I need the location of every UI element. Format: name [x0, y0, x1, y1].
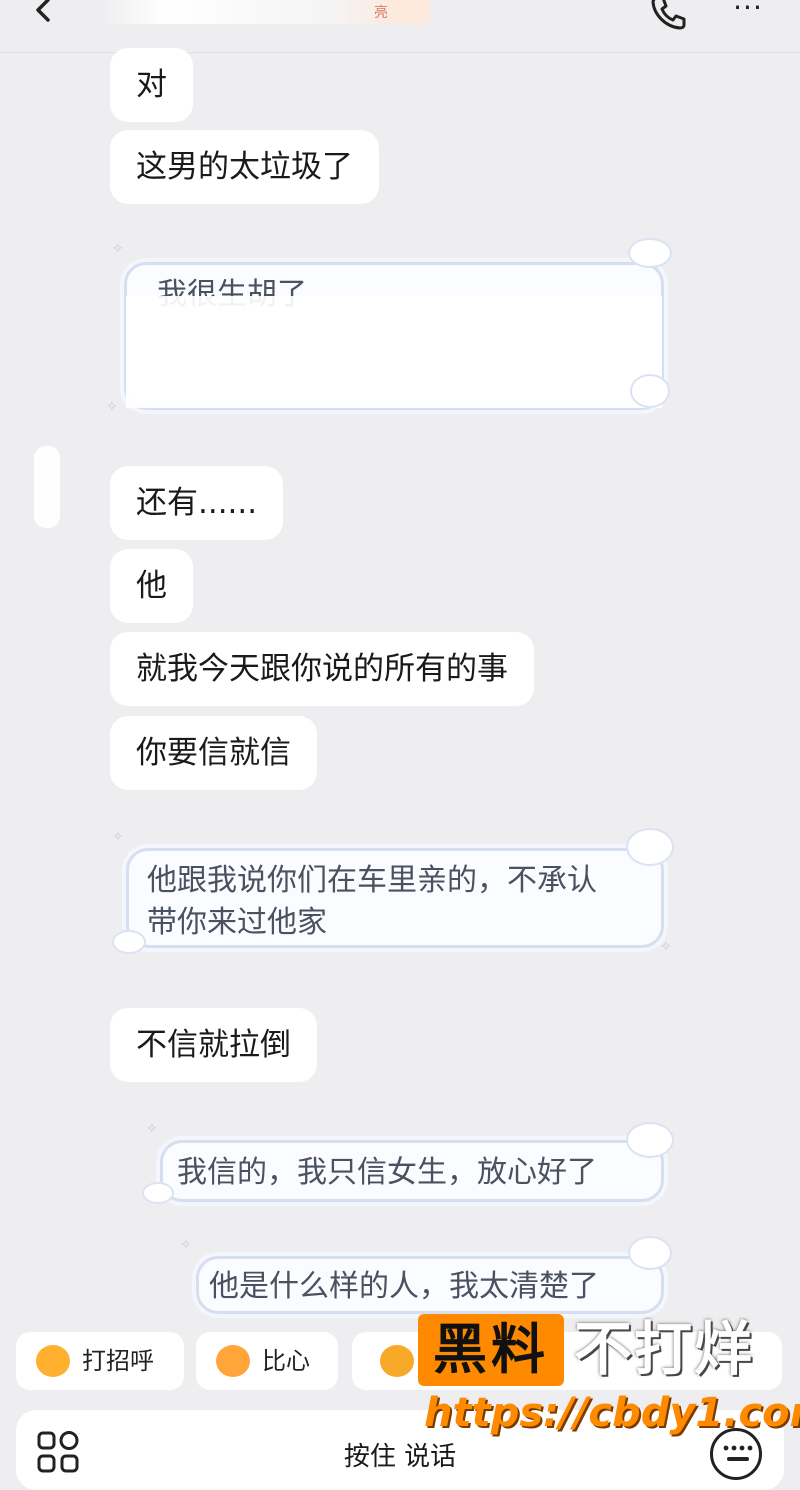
cloud-decoration [630, 374, 670, 408]
sparkle-icon: ✧ [180, 1237, 192, 1253]
message-text: 这男的太垃圾了 [136, 149, 353, 185]
message-bubble[interactable]: 还有...... [110, 466, 284, 540]
quick-reply-wave[interactable]: 打招呼 [16, 1332, 184, 1390]
sparkle-icon: ✧ [106, 399, 118, 415]
message-text-line: 他跟我说你们在车里亲的，不承认 [147, 863, 597, 898]
chat-header: 亮 ··· [0, 0, 800, 53]
heart-hands-emoji-icon [216, 1345, 250, 1377]
message-bubble[interactable]: 就我今天跟你说的所有的事 [110, 632, 534, 706]
decorated-message-bubble[interactable]: 他是什么样的人，我太清楚了 [196, 1256, 664, 1314]
message-text: 我信的，我只信女生，放心好了 [177, 1155, 597, 1190]
decorated-message-bubble[interactable]: 我信的，我只信女生，放心好了 [160, 1140, 664, 1202]
quick-reply-label: 打招呼 [82, 1347, 154, 1375]
contact-name-fragment: 亮 [374, 5, 388, 21]
cloud-decoration [628, 238, 672, 268]
message-bubble[interactable]: 他 [110, 549, 193, 623]
message-text: 他是什么样的人，我太清楚了 [209, 1269, 599, 1304]
phone-icon[interactable] [648, 0, 688, 30]
message-text: 不信就拉倒 [136, 1027, 291, 1063]
message-bubble[interactable]: 你要信就信 [110, 716, 317, 790]
thumbs-up-emoji-icon [380, 1345, 414, 1377]
watermark-slogan: 不打烊 [574, 1315, 755, 1383]
message-text: 他 [136, 568, 167, 604]
watermark-url: https://cbdy1.com [424, 1390, 800, 1436]
decorated-message-bubble[interactable]: 他跟我说你们在车里亲的，不承认 带你来过他家 [126, 848, 664, 948]
cloud-decoration [628, 1236, 672, 1270]
message-text: 对 [136, 67, 167, 103]
watermark-badge: 黑料 [418, 1314, 564, 1386]
blurred-region [126, 296, 662, 408]
message-bubble[interactable]: 不信就拉倒 [110, 1008, 317, 1082]
wave-emoji-icon [36, 1345, 70, 1377]
quick-reply-label: 比心 [262, 1347, 310, 1375]
avatar-blurred [34, 446, 60, 528]
message-bubble[interactable]: 这男的太垃圾了 [110, 130, 379, 204]
sparkle-icon: ✧ [146, 1121, 158, 1137]
cloud-decoration [626, 828, 674, 866]
sparkle-icon: ✧ [112, 241, 124, 257]
cloud-decoration [142, 1182, 174, 1204]
message-text-line: 带你来过他家 [147, 905, 327, 940]
chevron-left-icon[interactable] [28, 0, 62, 28]
message-text: 就我今天跟你说的所有的事 [136, 651, 508, 687]
cloud-decoration [626, 1122, 674, 1158]
quick-reply-heart[interactable]: 比心 [196, 1332, 338, 1390]
sparkle-icon: ✧ [660, 939, 672, 955]
message-bubble[interactable]: 对 [110, 48, 193, 122]
hold-to-talk-button[interactable]: 按住 说话 [16, 1436, 784, 1473]
more-options-button[interactable]: ··· [726, 0, 770, 24]
message-text: 还有...... [136, 485, 258, 521]
message-text: 你要信就信 [136, 735, 291, 771]
sparkle-icon: ✧ [112, 829, 124, 845]
cloud-decoration [112, 930, 146, 954]
